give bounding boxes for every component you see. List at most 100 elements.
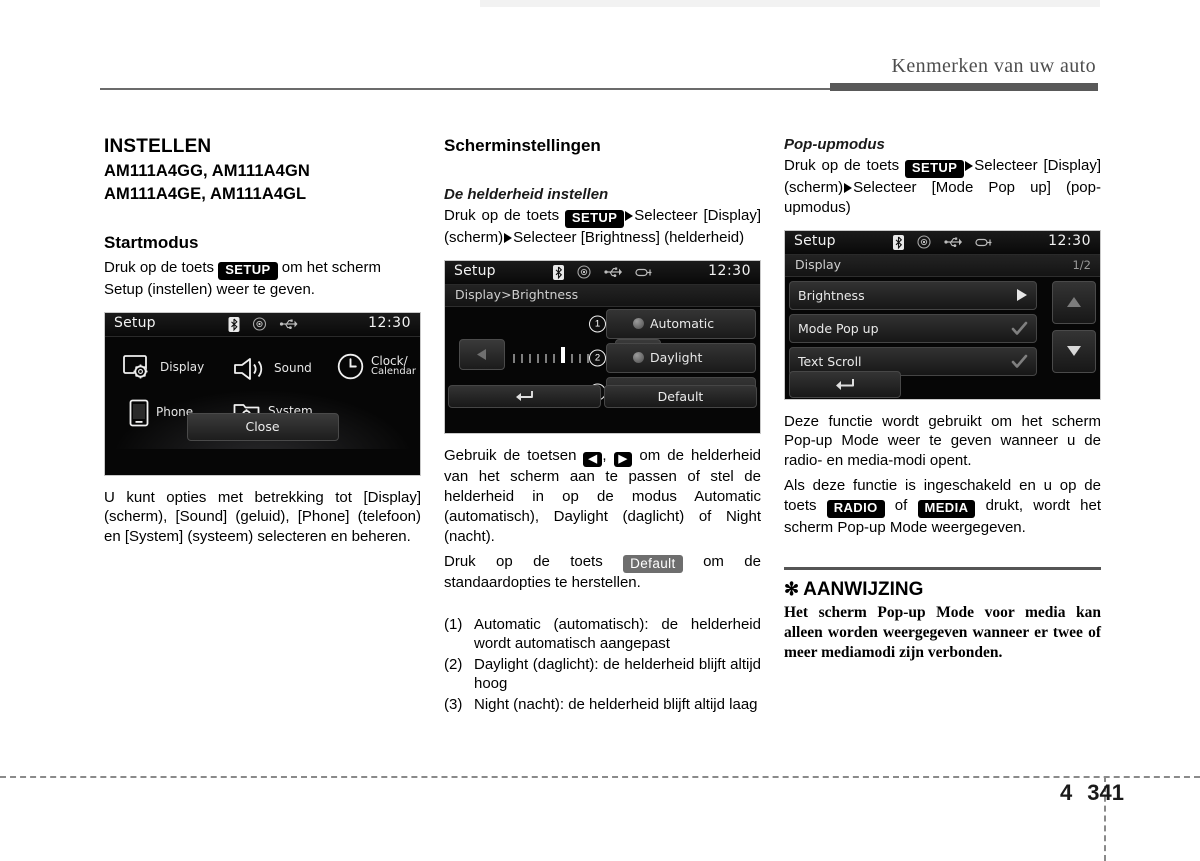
crop-mark-horizontal <box>0 776 1200 778</box>
list-row-end <box>1015 288 1028 302</box>
setup-home-menu-grid: Display Sound Clock/ Calendar Phone Syst… <box>105 337 420 449</box>
display-gear-icon <box>123 354 148 379</box>
usage-text-1: Gebruik de toetsen <box>444 446 577 464</box>
chevron-up-icon <box>1067 297 1081 308</box>
screen-breadcrumb-text: Display <box>795 256 842 272</box>
check-icon <box>1011 321 1028 335</box>
back-arrow-icon <box>836 378 854 390</box>
option-automatic[interactable]: 1 Automatic <box>589 308 756 339</box>
disc-icon <box>916 235 931 249</box>
list-item: (2) Daylight (daglicht): de helderheid bl… <box>444 655 761 694</box>
brightness-instr-1: Druk op de toets <box>444 207 560 224</box>
screen-status-title: Setup <box>794 232 836 249</box>
slider-tick <box>513 353 515 363</box>
aux-icon <box>974 238 991 246</box>
left-column-after-text: U kunt opties met betrekking tot [Displa… <box>104 488 421 546</box>
arrow-right-icon <box>965 161 974 171</box>
radio-button[interactable] <box>633 352 644 364</box>
usb-icon <box>943 237 962 248</box>
startmode-text-before: Druk op de toets <box>104 258 215 276</box>
brightness-instr-2: Selecteer [Display] <box>634 207 761 224</box>
list-item-number: (2) <box>444 655 463 673</box>
list-row-mode-pop-up[interactable]: Mode Pop up <box>789 313 1037 343</box>
brightness-subheading: De helderheid instellen <box>444 186 609 203</box>
callout-number-1: 1 <box>589 315 606 333</box>
screen-status-icons <box>228 316 297 332</box>
setup-key-badge: SETUP <box>564 210 625 228</box>
arrow-right-icon <box>844 182 853 193</box>
menu-item-phone[interactable]: Phone <box>129 399 193 427</box>
brightness-mode-list: (1) Automatic (automatisch): de helderhei… <box>444 615 761 715</box>
startmode-heading: Startmodus <box>104 232 199 252</box>
popup-mode-subheading: Pop-upmodus <box>784 136 885 153</box>
phone-icon <box>129 399 149 426</box>
list-item-number: (3) <box>444 695 463 713</box>
media-key-badge: MEDIA <box>917 499 976 518</box>
usage-comma: , <box>602 446 607 464</box>
disc-icon <box>252 317 266 331</box>
speaker-icon <box>234 357 263 380</box>
slider-thumb <box>561 346 565 363</box>
list-row-brightness-label: Brightness <box>798 287 865 303</box>
arrow-right-icon <box>1017 289 1027 302</box>
aux-icon <box>634 268 651 276</box>
popup-mode-radio-media-text: Als deze functie is ingeschakeld en u op… <box>784 476 1101 538</box>
left-column: INSTELLEN AM111A4GG, AM111A4GN AM111A4GE… <box>104 136 421 547</box>
scroll-down-button[interactable] <box>1052 329 1096 373</box>
brightness-controls: 1 Automatic 2 Daylight 3 Night <box>445 307 760 411</box>
bluetooth-icon <box>552 264 564 280</box>
arrow-right-icon <box>625 211 634 221</box>
brightness-instr-4: Selecteer [Brightness] (helderheid) <box>513 228 745 246</box>
radio-key-badge: RADIO <box>826 499 885 518</box>
top-faint-band <box>480 0 1100 7</box>
brightness-decrease-button[interactable] <box>459 338 505 370</box>
menu-item-sound[interactable]: Sound <box>233 357 312 381</box>
startmode-instruction: Druk op de toets SETUP om het scherm Set… <box>104 258 421 300</box>
bluetooth-icon <box>892 234 904 250</box>
header-rule-thick <box>830 83 1098 91</box>
display-settings-screen: Setup 12:30 Display 1/2 Brightness Mode … <box>784 229 1101 400</box>
usb-icon <box>603 267 622 278</box>
close-button[interactable]: Close <box>186 412 339 441</box>
bluetooth-icon <box>228 316 239 332</box>
popup-mode-description: Deze functie wordt gebruikt om het scher… <box>784 412 1101 470</box>
radio-button[interactable] <box>633 318 644 330</box>
right-column: Pop-upmodus Druk op de toets SETUP Select… <box>784 136 1101 663</box>
callout-number-2: 2 <box>589 349 606 367</box>
model-codes-line-1: AM111A4GG, AM111A4GN <box>104 162 310 180</box>
list-item-text: Night (nacht): de helderheid blijft alti… <box>474 695 758 713</box>
note-heading-label: AANWIJZING <box>803 579 924 601</box>
screen-clock: 12:30 <box>708 262 751 279</box>
back-button[interactable] <box>789 370 901 398</box>
default-key-badge: Default <box>623 554 683 574</box>
default-button[interactable]: Default <box>604 384 757 408</box>
menu-item-display[interactable]: Display <box>123 354 205 381</box>
arrow-right-key-badge: ▶ <box>613 451 633 468</box>
screen-status-icons <box>552 264 653 280</box>
slider-tick <box>571 353 573 363</box>
slider-tick <box>553 353 555 363</box>
screen-status-bar: Setup 12:30 <box>105 312 420 337</box>
slider-tick <box>537 353 539 363</box>
screen-breadcrumb: Display 1/2 <box>785 254 1100 277</box>
menu-item-display-label: Display <box>160 360 205 375</box>
scroll-up-button[interactable] <box>1052 280 1096 324</box>
section-title: INSTELLEN <box>104 136 212 157</box>
list-row-brightness[interactable]: Brightness <box>789 280 1037 310</box>
arrow-left-key-badge: ◀ <box>583 451 603 468</box>
list-item: (3) Night (nacht): de helderheid blijft a… <box>444 695 761 715</box>
popup-mode-instruction: Druk op de toets SETUP Selecteer [Display… <box>784 156 1101 218</box>
menu-item-clock-calendar[interactable]: Clock/ Calendar <box>337 353 416 380</box>
list-row-text-scroll-label: Text Scroll <box>798 353 862 369</box>
back-button[interactable] <box>448 384 601 408</box>
menu-item-clock-calendar-label: Clock/ Calendar <box>371 354 416 378</box>
popup-instr-1: Druk op de toets <box>784 157 900 174</box>
option-daylight[interactable]: 2 Daylight <box>589 342 756 373</box>
default-usage-text: Druk op de toets Default om de standaard… <box>444 552 761 593</box>
model-codes-line-2: AM111A4GE, AM111A4GL <box>104 185 307 204</box>
radio-media-conj: of <box>894 496 908 514</box>
setup-home-screen: Setup 12:30 Display Sound Clock/ Calenda… <box>104 311 421 476</box>
arrow-left-icon <box>477 348 486 360</box>
slider-tick <box>579 353 581 363</box>
asterisk-icon: ✻ <box>784 579 800 600</box>
